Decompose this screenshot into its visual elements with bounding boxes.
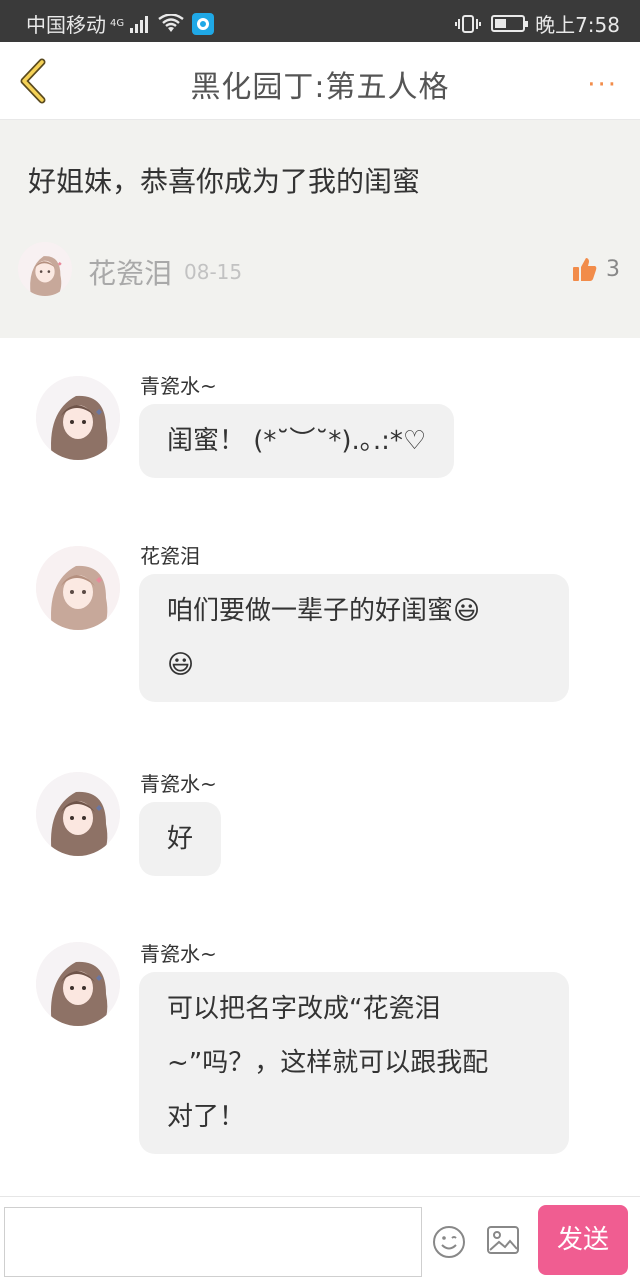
reply-input-bar: 发送	[0, 1196, 640, 1280]
status-bar: 中国移动 4G 晚上7:58	[0, 0, 640, 42]
app-notification-icon	[192, 12, 215, 35]
reply-author-name[interactable]: 花瓷泪	[140, 540, 200, 569]
message-line: 闺蜜！ (*˘︶˘*).｡.:*♡	[167, 426, 427, 456]
post-author-name[interactable]: 花瓷泪	[88, 252, 172, 292]
message-bubble: 可以把名字改成“花瓷泪 ~”吗？，这样就可以跟我配 对了！	[139, 972, 569, 1154]
message-line: 对了！	[167, 1102, 246, 1132]
post-date: 08-15	[184, 260, 243, 284]
battery-icon	[491, 15, 529, 32]
reply-author-name[interactable]: 青瓷水~	[140, 938, 217, 967]
emoji-icon[interactable]	[432, 1225, 466, 1259]
send-button[interactable]: 发送	[538, 1205, 628, 1275]
reply-author-name[interactable]: 青瓷水~	[140, 768, 217, 797]
carrier-label: 中国移动	[26, 13, 106, 37]
reply-author-name[interactable]: 青瓷水~	[140, 370, 217, 399]
image-icon[interactable]	[486, 1225, 520, 1255]
more-options-icon[interactable]: ···	[587, 70, 618, 100]
reply-avatar[interactable]	[36, 772, 120, 856]
like-button[interactable]: 3	[572, 256, 620, 282]
reply-avatar[interactable]	[36, 546, 120, 630]
like-count: 3	[606, 256, 620, 282]
message-line: 可以把名字改成“花瓷泪	[167, 994, 441, 1024]
page-title: 黑化园丁:第五人格	[190, 70, 450, 105]
message-line: ~”吗？，这样就可以跟我配	[167, 1048, 489, 1078]
post-author-avatar[interactable]	[18, 242, 72, 296]
vibrate-icon	[455, 14, 482, 33]
message-bubble: 咱们要做一辈子的好闺蜜😃 😃	[139, 574, 569, 702]
message-line: 😃	[167, 650, 195, 680]
message-bubble: 闺蜜！ (*˘︶˘*).｡.:*♡	[139, 404, 455, 478]
thumbs-up-icon	[573, 258, 597, 281]
message-line: 咱们要做一辈子的好闺蜜😃	[167, 596, 481, 626]
original-post: 好姐妹，恭喜你成为了我的闺蜜 花瓷泪 08-15 3	[0, 120, 640, 338]
network-type-label: 4G	[110, 18, 125, 29]
reply-avatar[interactable]	[36, 376, 120, 460]
post-text: 好姐妹，恭喜你成为了我的闺蜜	[28, 165, 421, 198]
clock-label: 晚上7:58	[535, 13, 620, 37]
signal-icon	[130, 15, 149, 33]
message-bubble: 好	[139, 802, 222, 876]
reply-avatar[interactable]	[36, 942, 120, 1026]
reply-input[interactable]	[4, 1207, 422, 1277]
wifi-icon	[158, 13, 184, 32]
message-line: 好	[167, 824, 194, 854]
top-nav-bar: 黑化园丁:第五人格 ···	[0, 42, 640, 120]
